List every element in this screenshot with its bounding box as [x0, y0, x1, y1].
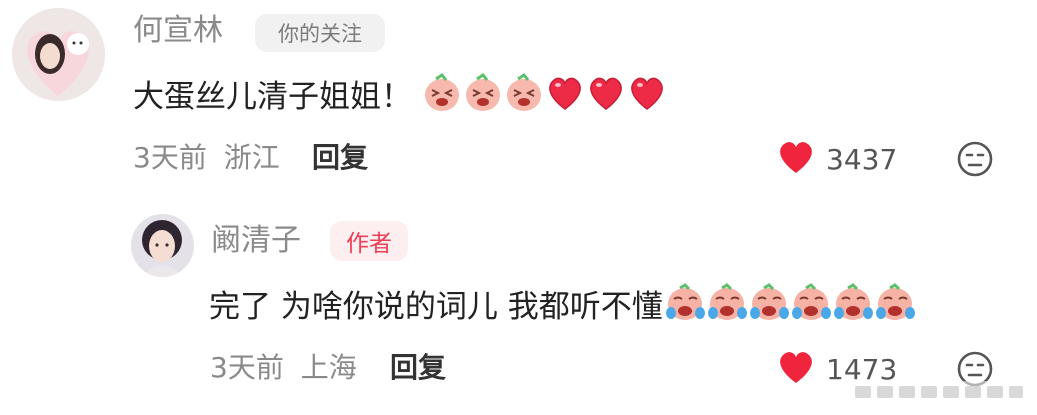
crying-face-icon [875, 283, 916, 323]
author-badge: 作者 [330, 221, 408, 261]
reply-meta: 3天前 上海 [210, 348, 357, 388]
reply-text: 完了 为啥你说的词儿 我都听不懂 [209, 288, 663, 325]
reply-content: 完了 为啥你说的词儿 我都听不懂 [209, 281, 916, 325]
reply-button[interactable]: 回复 [312, 138, 368, 178]
like-button[interactable]: 3437 [776, 139, 897, 179]
heart-icon [545, 73, 585, 113]
laughing-face-icon [422, 73, 462, 113]
watermark [849, 377, 1029, 407]
reply-location: 上海 [300, 351, 357, 384]
crying-face-icon [707, 283, 748, 323]
follow-badge: 你的关注 [255, 14, 385, 52]
comment-meta: 3天前 浙江 [133, 138, 280, 178]
reply-time: 3天前 [210, 351, 284, 384]
heart-icon [586, 73, 626, 113]
neutral-face-icon [957, 141, 993, 177]
comment-content: 大蛋丝儿清子姐姐！ [133, 71, 667, 115]
comment-author[interactable]: 何宣林 [133, 11, 223, 51]
heart-icon [776, 139, 816, 179]
comment-time: 3天前 [133, 141, 207, 174]
heart-icon [776, 349, 816, 389]
laughing-face-icon [504, 73, 544, 113]
comment-text: 大蛋丝儿清子姐姐！ [133, 78, 412, 115]
crying-face-icon [833, 283, 874, 323]
reply-author[interactable]: 阚清子 [211, 221, 301, 261]
comment-location: 浙江 [223, 141, 280, 174]
crying-face-icon [749, 283, 790, 323]
like-count: 3437 [826, 142, 898, 176]
laughing-face-icon [463, 73, 503, 113]
reply-avatar[interactable] [131, 214, 194, 277]
heart-icon [627, 73, 667, 113]
dislike-button[interactable] [956, 140, 994, 178]
crying-face-icon [665, 283, 706, 323]
reply-button[interactable]: 回复 [390, 348, 446, 388]
crying-face-icon [791, 283, 832, 323]
avatar[interactable] [12, 8, 105, 101]
